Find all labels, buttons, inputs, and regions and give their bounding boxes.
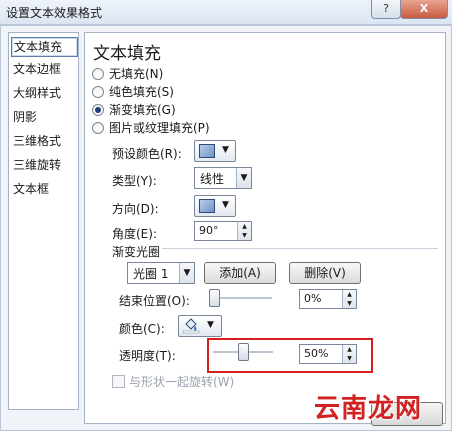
- category-list: 文本填充 文本边框 大纲样式 阴影 三维格式 三维旋转 文本框: [8, 32, 79, 410]
- gradient-stop-value: 光圈 1: [133, 267, 169, 281]
- radio-label: 图片或纹理填充(P): [109, 121, 210, 135]
- radio-picture-fill[interactable]: 图片或纹理填充(P): [92, 120, 210, 136]
- nav-item-text-box[interactable]: 文本框: [11, 180, 76, 198]
- spinner-arrows-icon[interactable]: ▲ ▼: [342, 290, 356, 308]
- help-button[interactable]: ?: [371, 0, 401, 19]
- angle-spinner[interactable]: 90° ▲ ▼: [194, 221, 252, 241]
- gradient-swatch-icon: [199, 199, 215, 213]
- nav-item-3d-rotation[interactable]: 三维旋转: [11, 156, 76, 174]
- angle-value: 90°: [199, 224, 219, 237]
- watermark: 云南龙网: [314, 394, 423, 424]
- chevron-down-icon: ▼: [207, 320, 214, 330]
- radio-indicator[interactable]: [92, 67, 104, 80]
- radio-label: 渐变填充(G): [109, 103, 176, 117]
- radio-gradient-fill[interactable]: 渐变填充(G): [92, 102, 176, 118]
- spinner-arrows-icon[interactable]: ▲ ▼: [237, 222, 251, 240]
- gradient-swatch-icon: [199, 144, 215, 158]
- highlight-box: [207, 338, 373, 373]
- paint-bucket-icon: [182, 318, 200, 334]
- chevron-down-icon: ▼: [222, 200, 229, 210]
- panel-heading: 文本填充: [93, 44, 161, 64]
- section-divider: [162, 248, 438, 249]
- radio-indicator[interactable]: [92, 85, 104, 98]
- nav-item-shadow[interactable]: 阴影: [11, 108, 76, 126]
- angle-label: 角度(E):: [112, 227, 157, 241]
- nav-item-3d-format[interactable]: 三维格式: [11, 132, 76, 150]
- transparency-label: 透明度(T):: [119, 349, 176, 363]
- end-position-thumb[interactable]: [209, 289, 220, 307]
- direction-dropdown[interactable]: ▼: [194, 195, 236, 217]
- type-label: 类型(Y):: [112, 174, 157, 188]
- nav-item-text-border[interactable]: 文本边框: [11, 60, 76, 78]
- end-position-label: 结束位置(O):: [119, 294, 190, 308]
- end-position-spinner[interactable]: 0% ▲ ▼: [299, 289, 357, 309]
- preset-color-label: 预设颜色(R):: [112, 147, 182, 161]
- add-stop-button[interactable]: 添加(A): [204, 262, 276, 284]
- gradient-stops-label: 渐变光圈: [112, 245, 161, 259]
- radio-label: 无填充(N): [109, 67, 164, 81]
- direction-label: 方向(D):: [112, 202, 159, 216]
- delete-stop-button[interactable]: 删除(V): [289, 262, 361, 284]
- rotate-with-shape-label: 与形状一起旋转(W): [129, 375, 235, 389]
- title-bar: 设置文本效果格式 ? X: [0, 0, 452, 25]
- chevron-down-icon: ▼: [179, 263, 194, 283]
- radio-indicator[interactable]: [92, 121, 104, 134]
- type-select[interactable]: 线性 ▼: [194, 167, 252, 189]
- color-picker-button[interactable]: ▼: [178, 315, 222, 337]
- radio-indicator[interactable]: [92, 103, 104, 116]
- preset-color-dropdown[interactable]: ▼: [194, 140, 236, 162]
- gradient-stop-select[interactable]: 光圈 1 ▼: [127, 262, 195, 284]
- chevron-down-icon: ▼: [236, 168, 251, 188]
- rotate-with-shape-checkbox[interactable]: [112, 375, 125, 388]
- chevron-down-icon: ▼: [222, 145, 229, 155]
- radio-no-fill[interactable]: 无填充(N): [92, 66, 163, 82]
- window-title: 设置文本效果格式: [6, 6, 103, 20]
- nav-item-text-fill[interactable]: 文本填充: [11, 37, 78, 57]
- radio-label: 纯色填充(S): [109, 85, 174, 99]
- close-button[interactable]: X: [400, 0, 448, 19]
- radio-solid-fill[interactable]: 纯色填充(S): [92, 84, 174, 100]
- nav-item-outline-style[interactable]: 大纲样式: [11, 84, 76, 102]
- end-position-value: 0%: [304, 292, 322, 305]
- type-value: 线性: [200, 172, 225, 186]
- color-label: 颜色(C):: [119, 322, 165, 336]
